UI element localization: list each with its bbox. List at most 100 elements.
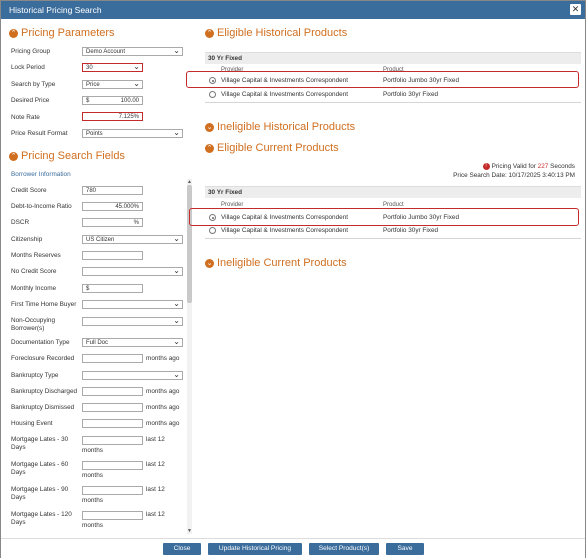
search-by-type-label: Search by Type [11, 81, 56, 88]
months-ago-suffix: months ago [146, 388, 180, 395]
product-row[interactable]: Village Capital & Investments Correspond… [205, 226, 581, 237]
pricing-parameters-heading[interactable]: ⌃ Pricing Parameters [9, 27, 115, 39]
alert-icon: ! [482, 163, 490, 170]
historical-group-header: 30 Yr Fixed [205, 52, 581, 64]
select-products-button[interactable]: Select Product(s) [309, 543, 379, 555]
documentation-type-select[interactable]: Full Doc [82, 338, 183, 347]
lock-period-select[interactable]: 30 [82, 63, 143, 72]
mortgage-lates-90-input[interactable] [82, 486, 143, 495]
product-cell: Portfolio 30yr Fixed [383, 227, 439, 234]
search-by-type-select[interactable]: Price [82, 80, 143, 89]
provider-cell: Village Capital & Investments Correspond… [221, 227, 349, 234]
radio-button[interactable] [209, 214, 216, 221]
product-row[interactable]: Village Capital & Investments Correspond… [205, 213, 581, 224]
documentation-type-label: Documentation Type [11, 339, 70, 346]
bankruptcy-discharged-label: Bankruptcy Discharged [11, 388, 78, 395]
update-historical-pricing-button[interactable]: Update Historical Pricing [208, 543, 302, 555]
bankruptcy-type-select[interactable] [82, 371, 183, 380]
save-button[interactable]: Save [386, 543, 424, 555]
ineligible-historical-heading[interactable]: ⌄ Ineligible Historical Products [205, 121, 355, 133]
desired-price-label: Desired Price [11, 97, 50, 104]
desired-price-value: 100.00 [120, 98, 139, 104]
provider-cell: Village Capital & Investments Correspond… [221, 77, 349, 84]
mortgage-lates-120-label: Mortgage Lates - 120 [11, 511, 72, 518]
current-group-header: 30 Yr Fixed [205, 186, 581, 198]
mortgage-lates-90-label: Mortgage Lates - 90 [11, 486, 69, 493]
mortgage-lates-30-label-line2: Days [11, 444, 26, 451]
lock-period-label: Lock Period [11, 64, 45, 71]
bankruptcy-dismissed-label: Bankruptcy Dismissed [11, 404, 75, 411]
first-time-home-buyer-select[interactable] [82, 300, 183, 309]
credit-score-label: Credit Score [11, 187, 47, 194]
price-result-format-select[interactable]: Points [82, 129, 183, 138]
mortgage-lates-30-input[interactable] [82, 436, 143, 445]
left-panel-scrollbar[interactable]: ▲ ▼ [187, 179, 192, 534]
last-12-suffix: last 12 [146, 486, 165, 493]
ineligible-current-heading[interactable]: ⌄ Ineligible Current Products [205, 257, 347, 269]
radio-button[interactable] [209, 227, 216, 234]
mortgage-lates-60-label: Mortgage Lates - 60 [11, 461, 69, 468]
no-credit-score-select[interactable] [82, 267, 183, 276]
last-12-suffix: last 12 [146, 511, 165, 518]
months-reserves-input[interactable] [82, 251, 143, 260]
pricing-valid-notice: ! Pricing Valid for 227 Seconds [482, 163, 575, 171]
months-suffix: months [82, 447, 103, 454]
first-time-home-buyer-label: First Time Home Buyer [11, 301, 77, 308]
divider [205, 238, 581, 239]
citizenship-select[interactable]: US Citizen [82, 235, 183, 244]
chevron-down-icon: ⌄ [205, 258, 214, 268]
dscr-input[interactable]: % [82, 218, 143, 227]
note-rate-input[interactable]: 7.125% [82, 112, 143, 121]
housing-event-input[interactable] [82, 419, 143, 428]
bankruptcy-discharged-input[interactable] [82, 387, 143, 396]
mortgage-lates-30-label: Mortgage Lates - 30 [11, 436, 69, 443]
product-row[interactable]: Village Capital & Investments Correspond… [205, 90, 581, 101]
non-occupying-label: Non-Occupying [11, 317, 56, 324]
product-cell: Portfolio Jumbo 30yr Fixed [383, 77, 460, 84]
radio-button[interactable] [209, 77, 216, 84]
housing-event-label: Housing Event [11, 420, 53, 427]
last-12-suffix: last 12 [146, 461, 165, 468]
non-occupying-select[interactable] [82, 317, 183, 326]
seconds-remaining: 227 [537, 163, 549, 171]
provider-cell: Village Capital & Investments Correspond… [221, 214, 349, 221]
radio-button[interactable] [209, 91, 216, 98]
dialog-title: Historical Pricing Search [9, 5, 102, 15]
scrollbar-thumb[interactable] [187, 185, 192, 303]
product-row[interactable]: Village Capital & Investments Correspond… [205, 76, 581, 87]
dialog-titlebar: Historical Pricing Search ✕ [1, 1, 585, 19]
close-button[interactable]: Close [163, 543, 201, 555]
note-rate-label: Note Rate [11, 114, 40, 121]
foreclosure-recorded-input[interactable] [82, 354, 143, 363]
provider-cell: Village Capital & Investments Correspond… [221, 91, 349, 98]
monthly-income-input[interactable]: $ [82, 284, 143, 293]
pricing-search-fields-heading[interactable]: ⌃ Pricing Search Fields [9, 150, 125, 162]
months-reserves-label: Months Reserves [11, 252, 61, 259]
mortgage-lates-120-input[interactable] [82, 511, 143, 520]
dialog-footer: Close Update Historical Pricing Select P… [1, 538, 585, 558]
desired-price-input[interactable]: $ 100.00 [82, 96, 143, 105]
pricing-group-select[interactable]: Demo Account [82, 47, 183, 56]
foreclosure-recorded-label: Foreclosure Recorded [11, 355, 75, 362]
pricing-group-label: Pricing Group [11, 48, 51, 55]
chevron-up-icon: ⌃ [9, 151, 18, 161]
dti-input[interactable]: 45.000% [82, 202, 143, 211]
historical-pricing-dialog: Historical Pricing Search ✕ ⌃ Pricing Pa… [0, 0, 586, 558]
scroll-down-icon[interactable]: ▼ [187, 528, 192, 534]
dscr-label: DSCR [11, 219, 30, 226]
divider [205, 102, 581, 103]
mortgage-lates-60-label-line2: Days [11, 469, 26, 476]
eligible-historical-heading[interactable]: ⌃ Eligible Historical Products [205, 27, 347, 39]
eligible-current-heading[interactable]: ⌃ Eligible Current Products [205, 142, 339, 154]
credit-score-input[interactable]: 780 [82, 186, 143, 195]
bankruptcy-dismissed-input[interactable] [82, 403, 143, 412]
close-icon[interactable]: ✕ [570, 4, 581, 15]
chevron-up-icon: ⌃ [205, 143, 214, 153]
currency-prefix: $ [86, 98, 90, 104]
mortgage-lates-60-input[interactable] [82, 461, 143, 470]
chevron-up-icon: ⌃ [205, 28, 214, 38]
months-suffix: months [82, 472, 103, 479]
bankruptcy-type-label: Bankruptcy Type [11, 372, 59, 379]
product-cell: Portfolio 30yr Fixed [383, 91, 439, 98]
monthly-income-label: Monthly Income [11, 285, 57, 292]
